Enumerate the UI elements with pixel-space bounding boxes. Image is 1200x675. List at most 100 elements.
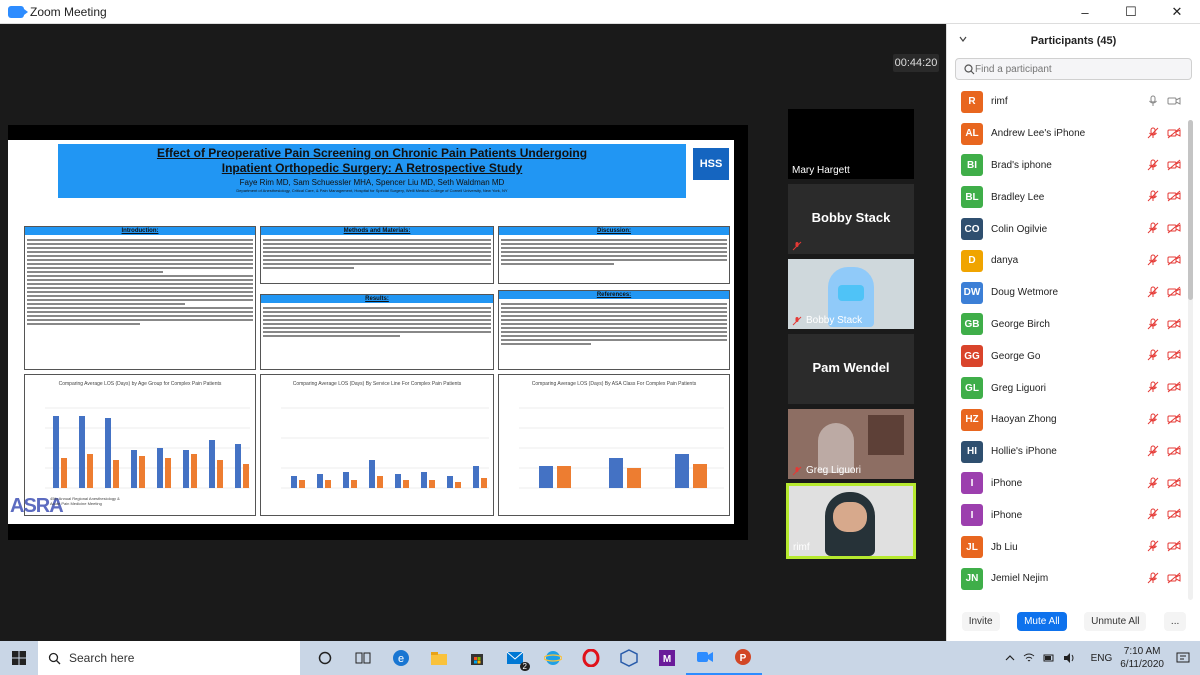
language-indicator[interactable]: ENG bbox=[1091, 653, 1113, 664]
participant-name: Colin Ogilvie bbox=[991, 223, 1048, 235]
mic-muted-icon[interactable] bbox=[1147, 349, 1159, 361]
store-icon[interactable] bbox=[458, 641, 496, 675]
video-off-icon[interactable] bbox=[1167, 508, 1181, 520]
mic-muted-icon[interactable] bbox=[1147, 445, 1159, 457]
participant-name: iPhone bbox=[991, 509, 1023, 521]
participant-search[interactable] bbox=[955, 58, 1192, 80]
invite-button[interactable]: Invite bbox=[961, 611, 1000, 631]
participant-row[interactable]: IiPhone bbox=[947, 468, 1187, 500]
opera-icon[interactable] bbox=[572, 641, 610, 675]
video-off-icon[interactable] bbox=[1167, 159, 1181, 171]
participant-row[interactable]: DW Doug Wetmore bbox=[947, 277, 1187, 309]
battery-icon[interactable] bbox=[1043, 652, 1055, 664]
video-tile-bobby-stack-name[interactable]: Bobby Stack bbox=[788, 184, 914, 254]
more-button[interactable]: ... bbox=[1163, 611, 1187, 631]
chevron-up-icon[interactable] bbox=[1005, 654, 1015, 662]
system-tray: ENG 7:10 AM 6/11/2020 bbox=[1005, 641, 1200, 675]
screen-share[interactable]: Effect of Preoperative Pain Screening on… bbox=[8, 125, 748, 540]
participant-row[interactable]: Ddanya bbox=[947, 245, 1187, 277]
mic-muted-icon[interactable] bbox=[1147, 190, 1159, 202]
mic-muted-icon[interactable] bbox=[1147, 540, 1159, 552]
participant-row[interactable]: HZ Haoyan Zhong bbox=[947, 404, 1187, 436]
clock[interactable]: 7:10 AM 6/11/2020 bbox=[1120, 645, 1164, 671]
taskbar-search[interactable]: Search here bbox=[38, 641, 300, 675]
video-off-icon[interactable] bbox=[1167, 572, 1181, 584]
zoom-taskbar-icon[interactable] bbox=[686, 641, 724, 675]
mic-muted-icon[interactable] bbox=[1147, 572, 1159, 584]
participant-row[interactable]: BI Brad's iphone bbox=[947, 150, 1187, 182]
participant-row[interactable]: HI Hollie's iPhone bbox=[947, 436, 1187, 468]
wifi-icon[interactable] bbox=[1023, 652, 1035, 664]
edge-icon[interactable]: e bbox=[382, 641, 420, 675]
video-off-icon[interactable] bbox=[1167, 349, 1181, 361]
chevron-down-icon[interactable] bbox=[959, 35, 967, 43]
volume-icon[interactable] bbox=[1063, 652, 1075, 664]
participants-scrollbar[interactable] bbox=[1188, 120, 1193, 600]
video-off-icon[interactable] bbox=[1167, 445, 1181, 457]
participant-name: George Birch bbox=[991, 318, 1050, 330]
video-off-icon[interactable] bbox=[1167, 381, 1181, 393]
mail-icon[interactable]: 2 bbox=[496, 641, 534, 675]
notifications-icon[interactable] bbox=[1176, 651, 1190, 665]
mic-muted-icon[interactable] bbox=[1147, 254, 1159, 266]
video-off-icon[interactable] bbox=[1167, 254, 1181, 266]
taskbar: Search here e 2 M P ENG 7:10 AM 6/11/202… bbox=[0, 641, 1200, 675]
video-off-icon[interactable] bbox=[1167, 413, 1181, 425]
app-icon[interactable]: M bbox=[648, 641, 686, 675]
participant-row[interactable]: IiPhone bbox=[947, 499, 1187, 531]
avatar: AL bbox=[961, 122, 983, 145]
participant-row[interactable]: BL Bradley Lee bbox=[947, 181, 1187, 213]
participant-row[interactable]: JN Jemiel Nejim bbox=[947, 563, 1187, 595]
participant-row[interactable]: GB George Birch bbox=[947, 309, 1187, 341]
cortana-icon[interactable] bbox=[306, 641, 344, 675]
video-off-icon[interactable] bbox=[1167, 286, 1181, 298]
maximize-button[interactable]: ☐ bbox=[1108, 0, 1154, 24]
video-off-icon[interactable] bbox=[1167, 190, 1181, 202]
video-icon[interactable] bbox=[1167, 95, 1181, 107]
participant-row[interactable]: JL Jb Liu bbox=[947, 531, 1187, 563]
scrollbar-thumb[interactable] bbox=[1188, 120, 1193, 300]
video-off-icon[interactable] bbox=[1167, 540, 1181, 552]
start-button[interactable] bbox=[0, 641, 38, 675]
powerpoint-icon[interactable]: P bbox=[724, 641, 762, 675]
participant-search-input[interactable] bbox=[975, 63, 1175, 75]
participant-row[interactable]: AL Andrew Lee's iPhone bbox=[947, 118, 1187, 150]
mic-muted-icon[interactable] bbox=[1147, 413, 1159, 425]
participant-row[interactable]: GL Greg Liguori bbox=[947, 372, 1187, 404]
participant-row[interactable]: GG George Go bbox=[947, 340, 1187, 372]
participant-row[interactable]: Rrimf bbox=[947, 86, 1187, 118]
mute-all-button[interactable]: Mute All bbox=[1017, 611, 1067, 631]
mic-muted-icon[interactable] bbox=[1147, 318, 1159, 330]
mic-muted-icon[interactable] bbox=[1147, 286, 1159, 298]
video-tile-pam-wendel[interactable]: Pam Wendel bbox=[788, 334, 914, 404]
unmute-all-button[interactable]: Unmute All bbox=[1084, 611, 1147, 631]
mic-muted-icon[interactable] bbox=[1147, 222, 1159, 234]
internet-explorer-icon[interactable] bbox=[534, 641, 572, 675]
video-off-icon[interactable] bbox=[1167, 222, 1181, 234]
participant-row[interactable]: CO Colin Ogilvie bbox=[947, 213, 1187, 245]
mic-muted-icon[interactable] bbox=[1147, 127, 1159, 139]
poster-title-line1: Effect of Preoperative Pain Screening on… bbox=[156, 146, 588, 160]
participant-name: danya bbox=[991, 255, 1019, 267]
file-explorer-icon[interactable] bbox=[420, 641, 458, 675]
video-tile-rimf[interactable]: rimf bbox=[786, 483, 916, 559]
minimize-button[interactable]: – bbox=[1062, 0, 1108, 24]
virtualbox-icon[interactable] bbox=[610, 641, 648, 675]
video-off-icon[interactable] bbox=[1167, 127, 1181, 139]
video-tile-greg-liguori[interactable]: Greg Liguori bbox=[788, 409, 914, 479]
mic-muted-icon[interactable] bbox=[1147, 508, 1159, 520]
video-off-icon[interactable] bbox=[1167, 477, 1181, 489]
mic-icon[interactable] bbox=[1147, 95, 1159, 107]
references-heading: References: bbox=[499, 291, 729, 299]
mic-muted-icon[interactable] bbox=[1147, 477, 1159, 489]
video-tile-mary-hargett[interactable]: Mary Hargett bbox=[788, 109, 914, 179]
avatar: I bbox=[961, 472, 983, 495]
video-off-icon[interactable] bbox=[1167, 318, 1181, 330]
close-button[interactable]: ✕ bbox=[1154, 0, 1200, 24]
task-view-icon[interactable] bbox=[344, 641, 382, 675]
mic-muted-icon[interactable] bbox=[1147, 381, 1159, 393]
participant-list: Rrimf AL Andrew Lee's iPhone BI Brad's iphon… bbox=[947, 86, 1187, 595]
video-tile-bobby-stack[interactable]: Bobby Stack bbox=[788, 259, 914, 329]
avatar: HZ bbox=[961, 408, 983, 431]
mic-muted-icon[interactable] bbox=[1147, 159, 1159, 171]
